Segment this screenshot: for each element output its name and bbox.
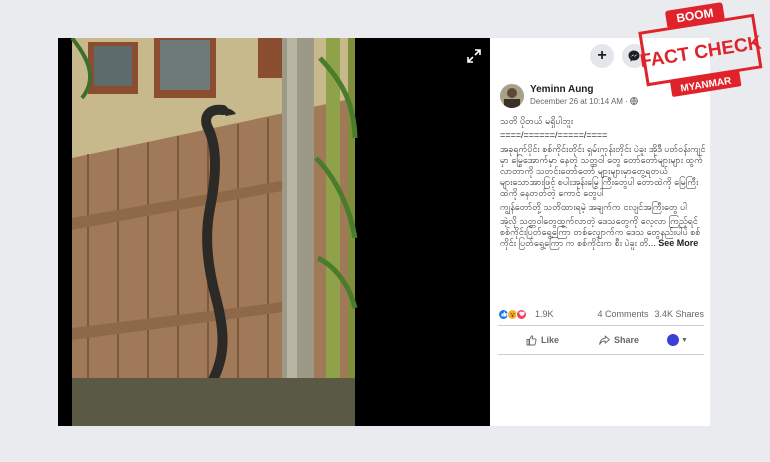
comments-count[interactable]: 4 Comments bbox=[597, 309, 648, 319]
share-label: Share bbox=[614, 335, 640, 345]
share-icon bbox=[599, 335, 610, 345]
plus-icon[interactable]: + bbox=[590, 44, 614, 68]
love-reaction-icon bbox=[516, 308, 527, 320]
expand-icon[interactable] bbox=[466, 48, 482, 64]
divider bbox=[498, 325, 704, 326]
shares-count[interactable]: 3.4K Shares bbox=[654, 309, 704, 319]
post-stats: 1.9K 4 Comments 3.4K Shares bbox=[498, 306, 704, 322]
author-name[interactable]: Yeminn Aung bbox=[530, 84, 638, 96]
page-avatar bbox=[667, 334, 680, 346]
post-paragraph: ကျွန်တော်တို့ သတိထားရမဲ့ အချက်က ငလျင်အကြ… bbox=[500, 202, 687, 212]
post-date-text[interactable]: December 26 at 10:14 AM · bbox=[530, 97, 630, 106]
post-viewer: + Yeminn Aung December 26 at 10:14 AM · … bbox=[58, 38, 710, 426]
audience-selector[interactable]: ▼ bbox=[667, 334, 688, 346]
stamp-main-text: FACT CHECK bbox=[639, 33, 763, 73]
reactions-count: 1.9K bbox=[535, 309, 554, 319]
post-paragraph-last: အဲ့လို သတ္တဝါတွေထွက်လာတဲ့ ဒေသတွေကို လေ့လ… bbox=[500, 216, 706, 249]
snake-fence-image bbox=[58, 38, 490, 426]
like-icon bbox=[526, 334, 537, 345]
reactions-summary[interactable]: 1.9K bbox=[498, 308, 554, 320]
like-label: Like bbox=[541, 335, 560, 345]
see-more-link[interactable]: See More bbox=[658, 238, 698, 248]
avatar[interactable] bbox=[500, 84, 524, 108]
post-actions: Like Share ▼ bbox=[498, 330, 704, 350]
divider bbox=[498, 354, 704, 355]
post-text: သတိ ပိုတယ် မရှိပါဘူး ====/======/=====/=… bbox=[500, 116, 706, 252]
post-paragraph: သတိ ပိုတယ် မရှိပါဘူး bbox=[500, 116, 574, 126]
caret-down-icon: ▼ bbox=[681, 336, 688, 344]
share-button[interactable]: Share bbox=[599, 335, 639, 346]
fact-check-stamp: BOOM FACT CHECK MYANMAR bbox=[638, 2, 763, 97]
post-paragraph: ====/======/=====/==== bbox=[500, 130, 608, 140]
post-paragraph: အခုရက်ပိုင်း စစ်ကိုင်းတိုင်း ရှမ်းကုန်းတ… bbox=[500, 144, 706, 198]
post-photo[interactable] bbox=[58, 38, 490, 426]
like-button[interactable]: Like bbox=[526, 334, 560, 346]
post-date[interactable]: December 26 at 10:14 AM · bbox=[530, 96, 638, 108]
